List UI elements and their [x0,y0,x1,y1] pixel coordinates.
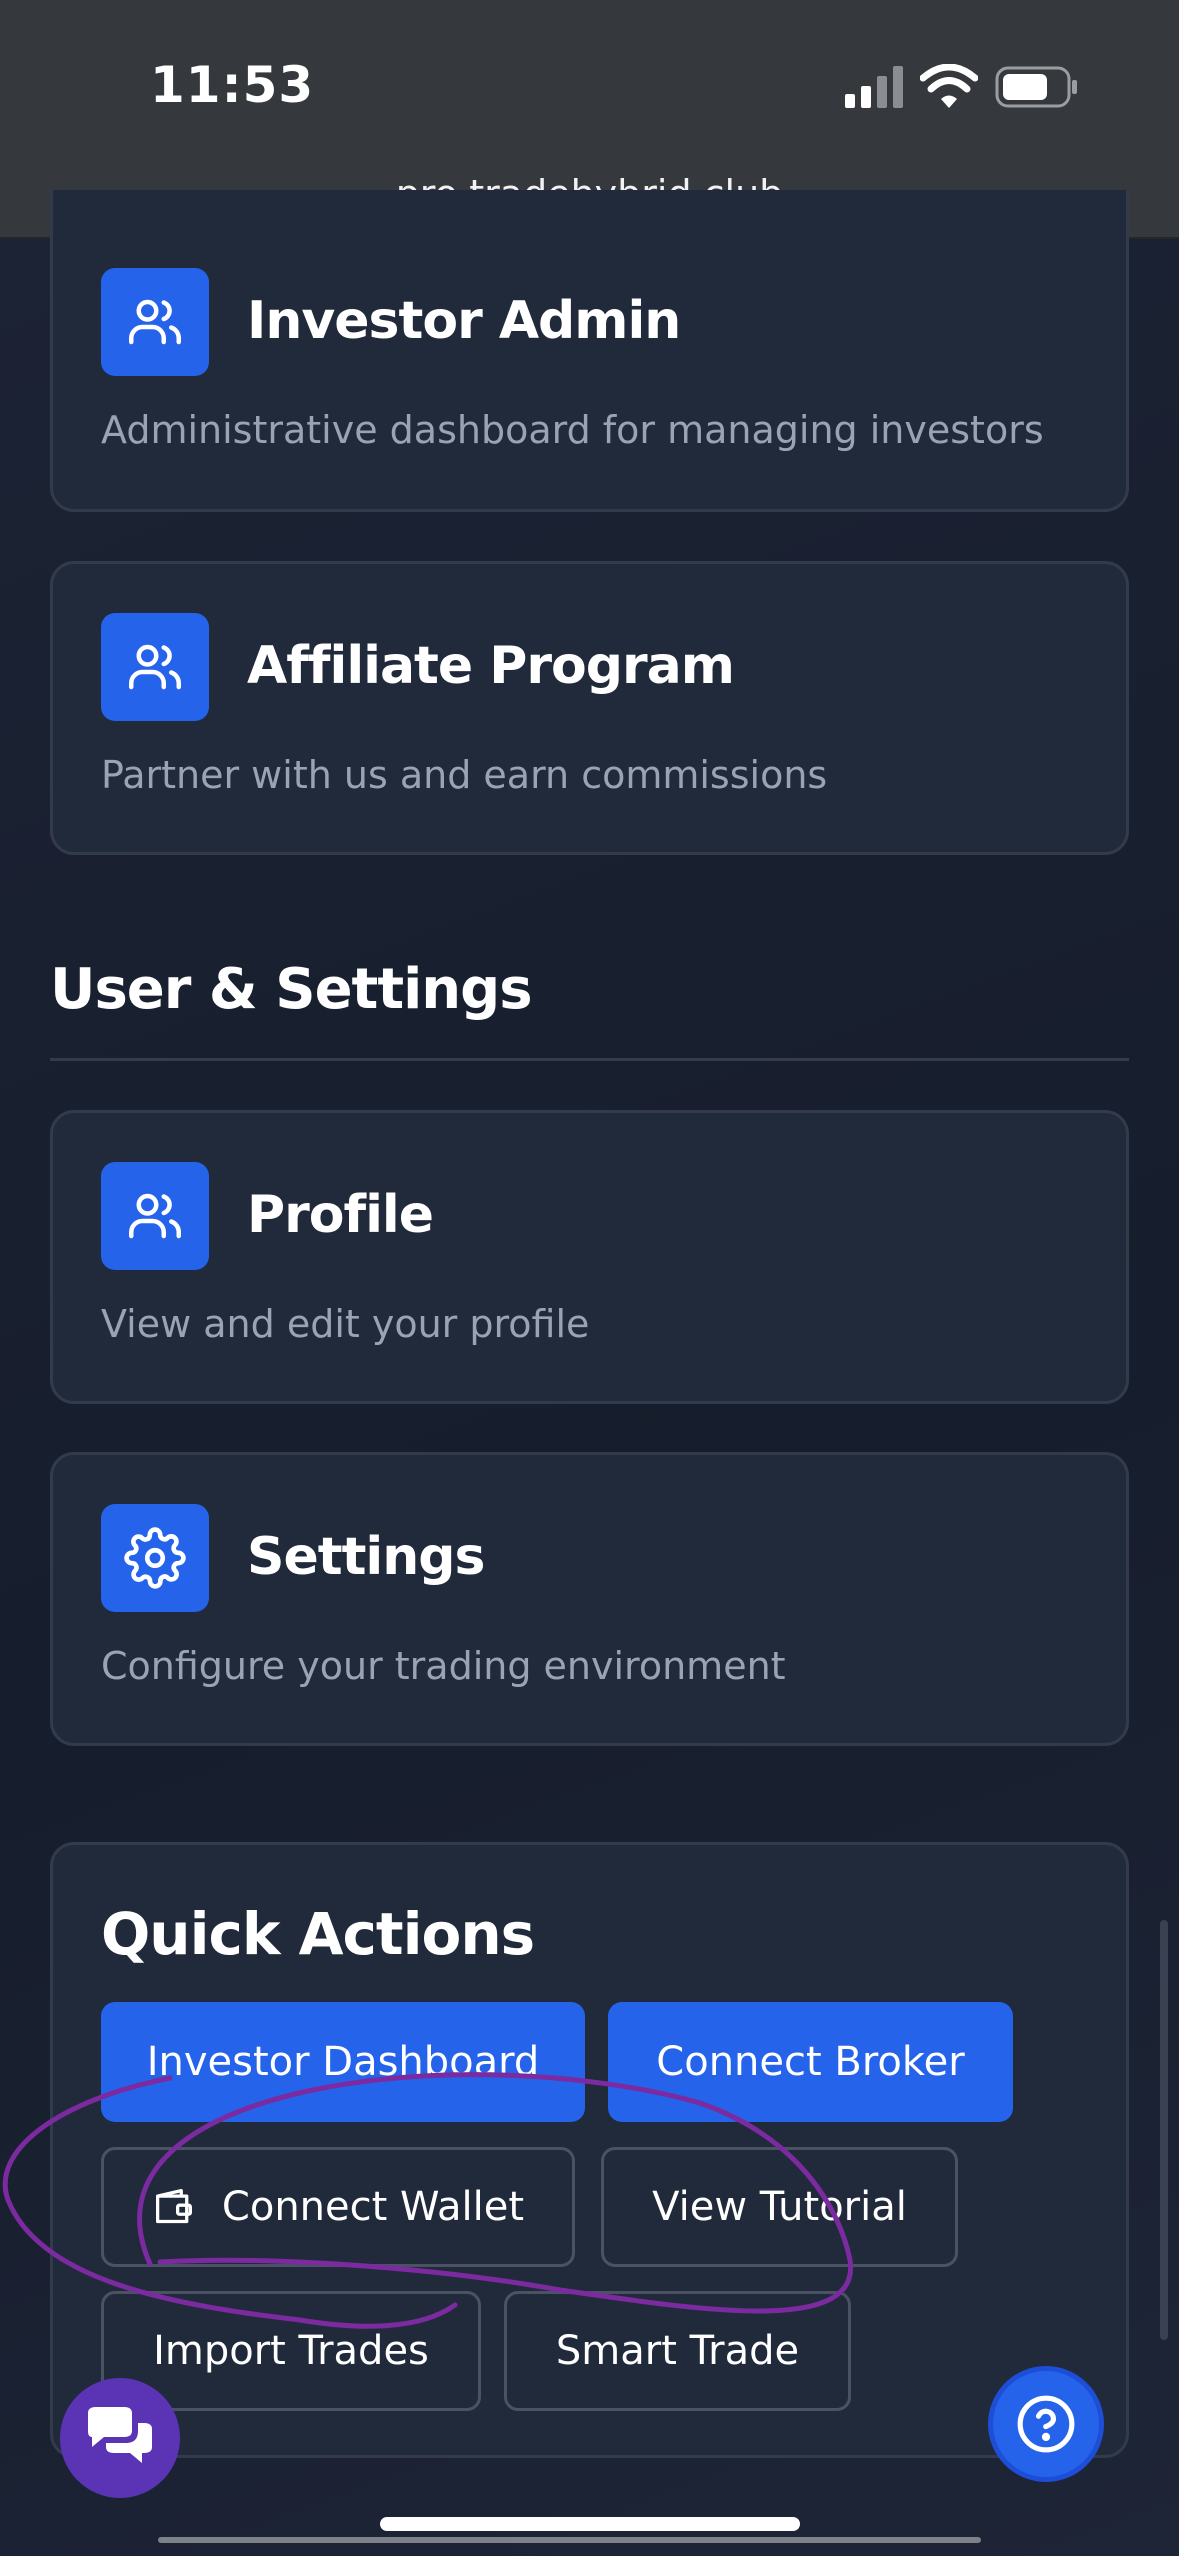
users-icon [101,613,209,721]
smart-trade-button[interactable]: Smart Trade [504,2291,851,2411]
battery-icon [995,66,1077,108]
card-title: Settings [247,1527,485,1587]
card-title: Profile [247,1185,434,1245]
card-investor-admin[interactable]: Investor Admin Administrative dashboard … [50,190,1129,512]
investor-dashboard-button[interactable]: Investor Dashboard [101,2002,585,2122]
button-label: Smart Trade [555,2328,800,2374]
button-label: Connect Broker [656,2039,965,2085]
card-title: Investor Admin [247,291,681,351]
clock-time: 11:53 [150,56,315,114]
view-tutorial-button[interactable]: View Tutorial [601,2147,958,2267]
section-divider [50,1058,1129,1061]
card-description: View and edit your profile [101,1302,590,1346]
wifi-icon [920,64,978,108]
help-button[interactable] [988,2366,1104,2482]
card-affiliate-program[interactable]: Affiliate Program Partner with us and ea… [50,561,1129,855]
card-profile[interactable]: Profile View and edit your profile [50,1110,1129,1404]
card-title: Affiliate Program [247,636,735,696]
button-label: Investor Dashboard [146,2039,540,2085]
gear-icon [101,1504,209,1612]
card-description: Partner with us and earn commissions [101,753,828,797]
quick-actions-title: Quick Actions [101,1900,535,1968]
cellular-signal-icon [845,66,903,108]
quick-actions-panel: Quick Actions Investor Dashboard Connect… [50,1842,1129,2458]
connect-broker-button[interactable]: Connect Broker [608,2002,1013,2122]
users-icon [101,1162,209,1270]
card-description: Configure your trading environment [101,1644,786,1688]
button-label: Import Trades [153,2328,429,2374]
chat-button[interactable] [60,2378,180,2498]
wallet-icon [155,2189,192,2224]
home-indicator[interactable] [380,2517,800,2531]
question-mark-icon [1017,2395,1075,2453]
button-label: Connect Wallet [221,2184,525,2230]
card-settings[interactable]: Settings Configure your trading environm… [50,1452,1129,1746]
users-icon [101,268,209,376]
button-label: View Tutorial [652,2184,907,2230]
card-description: Administrative dashboard for managing in… [101,408,1044,452]
toolbar-hint-bar [158,2537,981,2543]
section-heading-user-settings: User & Settings [50,957,533,1022]
connect-wallet-button[interactable]: Connect Wallet [101,2147,575,2267]
chat-bubbles-icon [88,2407,152,2463]
page-scrollbar[interactable] [1160,1920,1168,2340]
